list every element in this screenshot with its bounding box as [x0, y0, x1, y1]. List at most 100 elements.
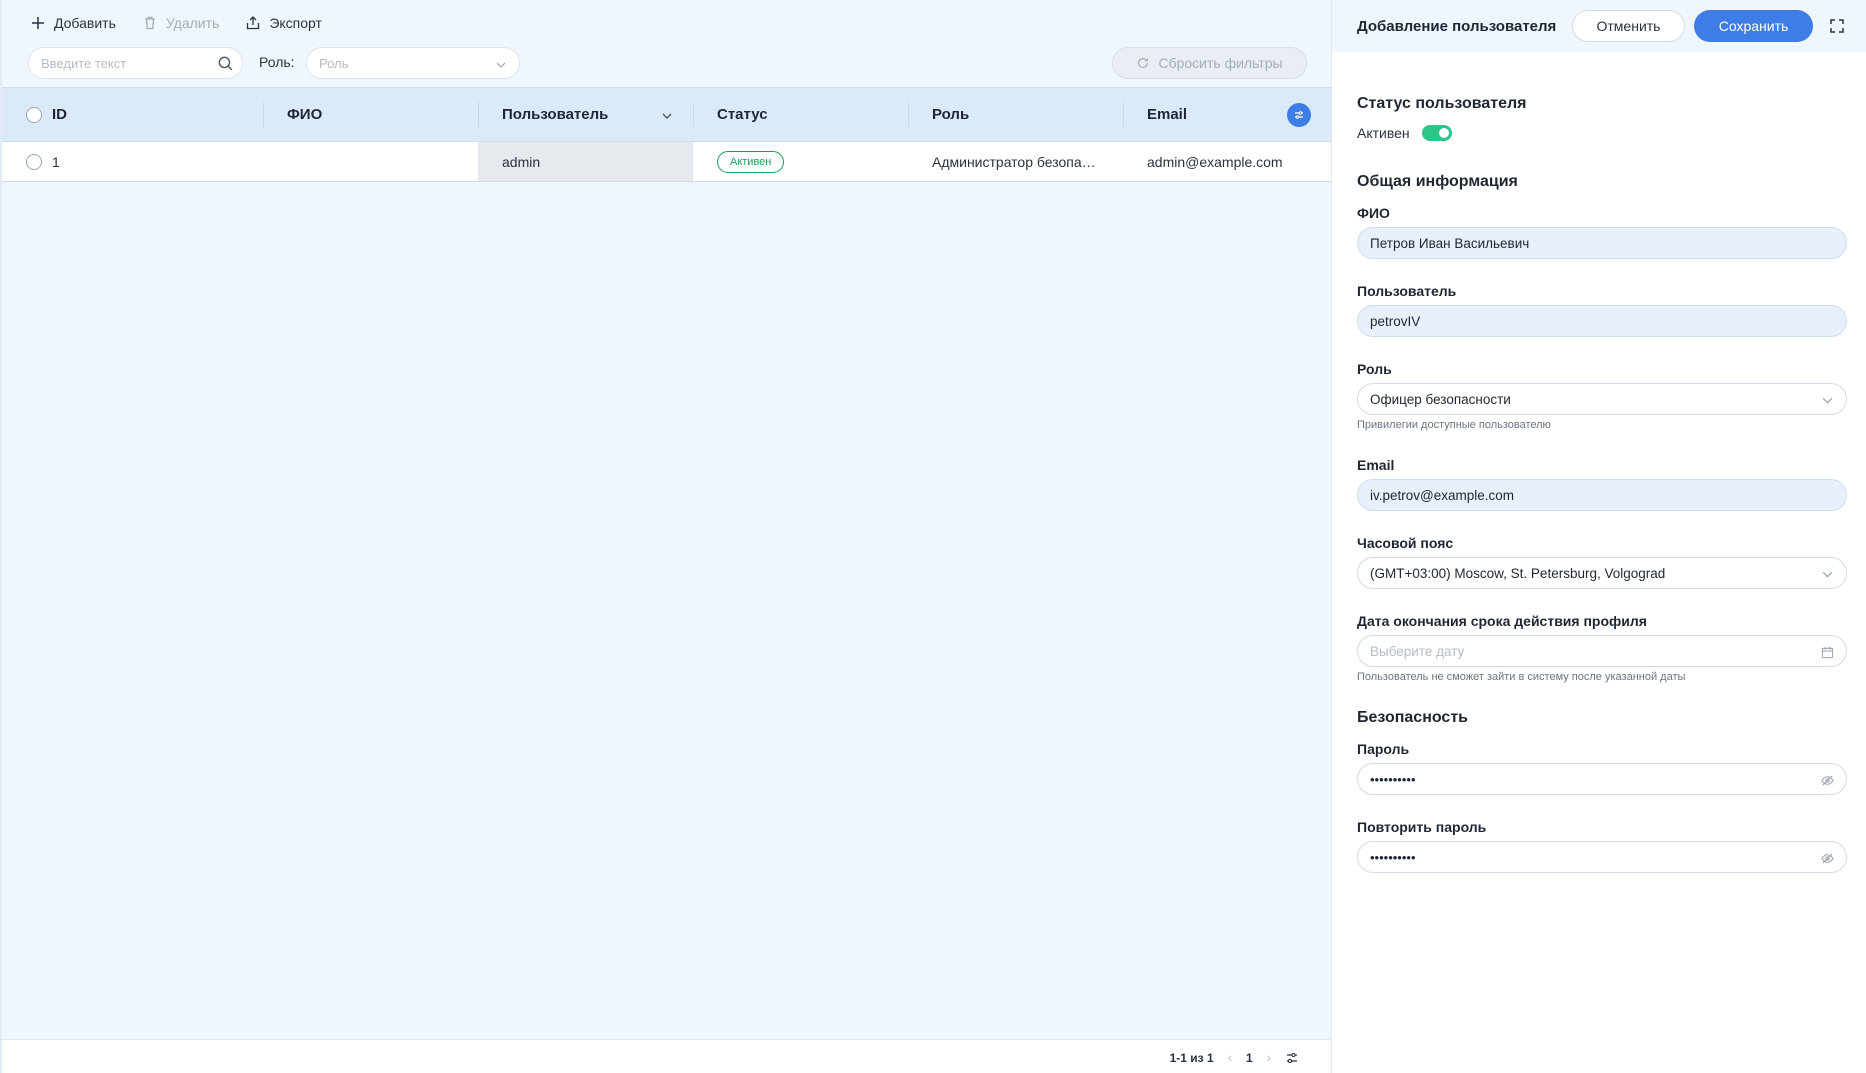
user-field: Пользователь petrovIV — [1357, 283, 1847, 337]
general-section-title: Общая информация — [1357, 173, 1518, 190]
timezone-value: (GMT+03:00) Moscow, St. Petersburg, Volg… — [1370, 565, 1666, 581]
column-header-label: Роль — [932, 106, 970, 123]
search-input[interactable] — [41, 55, 230, 71]
column-header-status[interactable]: Статус — [693, 88, 908, 141]
eye-off-icon[interactable] — [1821, 852, 1834, 865]
column-header-label: Пользователь — [502, 106, 609, 123]
add-user-panel: Добавление пользователя Отменить Сохрани… — [1331, 0, 1866, 1073]
page-number[interactable]: 1 — [1246, 1051, 1253, 1065]
expiry-date-label: Дата окончания срока действия профиля — [1357, 613, 1647, 629]
cell-id: 1 — [2, 142, 263, 181]
role-filter-placeholder: Роль — [319, 55, 349, 71]
active-toggle-row: Активен — [1357, 125, 1847, 141]
role-field: Роль Офицер безопасности Привилегии дост… — [1357, 361, 1847, 431]
timezone-select[interactable]: (GMT+03:00) Moscow, St. Petersburg, Volg… — [1357, 557, 1847, 589]
expiry-date-hint: Пользователь не сможет зайти в систему п… — [1357, 671, 1686, 683]
column-header-label: Email — [1147, 106, 1188, 123]
export-button[interactable]: Экспорт — [245, 15, 322, 31]
pagination-range: 1-1 из 1 — [1169, 1050, 1214, 1065]
fio-field: ФИО Петров Иван Васильевич — [1357, 205, 1847, 259]
role-filter-select[interactable]: Роль — [306, 47, 520, 79]
panel-header: Добавление пользователя Отменить Сохрани… — [1332, 0, 1866, 52]
password-value: •••••••••• — [1370, 771, 1416, 787]
reset-filters-label: Сбросить фильтры — [1158, 55, 1283, 71]
user-label: Пользователь — [1357, 283, 1457, 299]
column-header-label: ФИО — [287, 106, 323, 123]
search-icon[interactable] — [217, 55, 234, 72]
panel-body: Статус пользователя Активен Общая информ… — [1357, 95, 1847, 873]
active-label: Активен — [1357, 125, 1410, 141]
search-box — [28, 47, 243, 79]
timezone-field: Часовой пояс (GMT+03:00) Moscow, St. Pet… — [1357, 535, 1847, 589]
cell-role-value: Администратор безопасности — [932, 153, 1102, 170]
repeat-password-input[interactable]: •••••••••• — [1357, 841, 1847, 873]
cell-id-value: 1 — [52, 153, 60, 170]
fio-value: Петров Иван Васильевич — [1370, 235, 1530, 251]
column-header-label: ID — [52, 106, 67, 123]
export-icon — [247, 16, 260, 30]
chevron-down-icon — [1822, 397, 1833, 404]
chevron-right-icon[interactable]: › — [1267, 1050, 1271, 1065]
role-hint: Привилегии доступные пользователю — [1357, 419, 1551, 431]
save-button[interactable]: Сохранить — [1694, 10, 1813, 42]
email-input[interactable]: iv.petrov@example.com — [1357, 479, 1847, 511]
security-section-title: Безопасность — [1357, 709, 1468, 726]
password-input[interactable]: •••••••••• — [1357, 763, 1847, 795]
fio-label: ФИО — [1357, 205, 1390, 221]
column-header-role[interactable]: Роль — [908, 88, 1123, 141]
export-button-label: Экспорт — [269, 15, 322, 31]
cell-status: Активен — [693, 142, 908, 181]
chevron-left-icon[interactable]: ‹ — [1228, 1050, 1232, 1065]
email-value: iv.petrov@example.com — [1370, 487, 1515, 503]
email-label: Email — [1357, 457, 1395, 473]
refresh-icon — [1138, 57, 1149, 68]
column-header-user[interactable]: Пользователь — [478, 88, 693, 141]
table-footer: 1-1 из 1 ‹ 1 › — [2, 1039, 1331, 1073]
password-label: Пароль — [1357, 741, 1410, 757]
sliders-icon[interactable] — [1285, 1051, 1299, 1065]
plus-icon — [32, 17, 44, 29]
email-field: Email iv.petrov@example.com — [1357, 457, 1847, 511]
trash-icon — [144, 16, 155, 30]
select-all-checkbox[interactable] — [26, 106, 42, 123]
column-settings-button[interactable] — [1287, 103, 1311, 127]
delete-button[interactable]: Удалить — [142, 15, 219, 31]
calendar-icon[interactable] — [1821, 646, 1834, 659]
column-header-fio[interactable]: ФИО — [263, 88, 478, 141]
toolbar: Добавить Удалить Экспорт — [30, 12, 322, 34]
cell-user: admin — [478, 142, 693, 181]
reset-filters-button[interactable]: Сбросить фильтры — [1112, 47, 1307, 79]
active-toggle[interactable] — [1421, 125, 1452, 141]
chevron-down-icon[interactable] — [661, 110, 673, 122]
status-section-title: Статус пользователя — [1357, 95, 1527, 112]
repeat-password-label: Повторить пароль — [1357, 819, 1487, 835]
delete-button-label: Удалить — [165, 15, 220, 31]
fio-input[interactable]: Петров Иван Васильевич — [1357, 227, 1847, 259]
add-button-label: Добавить — [54, 15, 116, 31]
expand-icon[interactable] — [1829, 18, 1845, 34]
chevron-down-icon — [1822, 571, 1833, 578]
cell-fio — [263, 142, 478, 181]
cell-email: admin@example.com — [1147, 153, 1283, 170]
user-value: petrovIV — [1370, 313, 1421, 329]
pagination: 1-1 из 1 ‹ 1 › — [1170, 1050, 1299, 1065]
cell-role: Администратор безопасности — [908, 142, 1123, 181]
add-button[interactable]: Добавить — [30, 15, 116, 31]
cancel-button[interactable]: Отменить — [1572, 10, 1685, 42]
column-header-id[interactable]: ID — [2, 88, 263, 141]
columns-settings-icon — [1295, 111, 1303, 119]
panel-title: Добавление пользователя — [1357, 18, 1557, 35]
table-row[interactable]: 1 admin Активен Администратор безопаснос… — [2, 142, 1331, 182]
eye-off-icon[interactable] — [1821, 774, 1834, 787]
user-input[interactable]: petrovIV — [1357, 305, 1847, 337]
role-select[interactable]: Офицер безопасности — [1357, 383, 1847, 415]
role-filter-label: Роль: — [259, 54, 295, 70]
expiry-date-input[interactable]: Выберите дату — [1357, 635, 1847, 667]
role-label: Роль — [1357, 361, 1392, 377]
column-header-label: Статус — [717, 106, 768, 123]
password-field: Пароль •••••••••• — [1357, 741, 1847, 795]
expiry-date-field: Дата окончания срока действия профиля Вы… — [1357, 613, 1847, 683]
users-list-pane: Добавить Удалить Экспорт Роль: Роль Сбро… — [0, 0, 1331, 1073]
expiry-date-placeholder: Выберите дату — [1370, 643, 1465, 659]
row-checkbox[interactable] — [26, 153, 42, 170]
